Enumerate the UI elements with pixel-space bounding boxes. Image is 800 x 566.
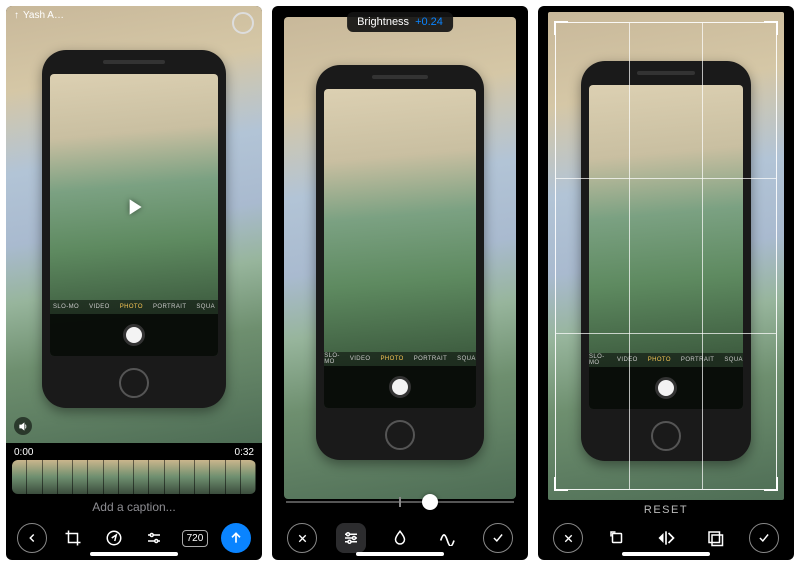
adjust-label: Brightness xyxy=(357,16,409,28)
mute-icon[interactable] xyxy=(14,417,32,435)
crop-icon[interactable] xyxy=(58,523,88,553)
crop-frame[interactable] xyxy=(555,22,777,491)
time-start: 0:00 xyxy=(14,447,33,458)
home-indicator xyxy=(90,552,178,556)
send-button[interactable] xyxy=(221,523,251,553)
adjust-value: +0.24 xyxy=(415,16,443,28)
cancel-button[interactable] xyxy=(287,523,317,553)
adjust-tab[interactable] xyxy=(336,523,366,553)
preview-area[interactable]: SLO-MO VIDEO PHOTO PORTRAIT SQUA Brightn… xyxy=(272,6,528,488)
crop-handle-bl[interactable] xyxy=(554,477,568,491)
blur-tab[interactable] xyxy=(385,523,415,553)
crop-handle-br[interactable] xyxy=(764,477,778,491)
phone-mockup: SLO-MO VIDEO PHOTO PORTRAIT SQUA xyxy=(316,65,483,460)
crop-handle-tl[interactable] xyxy=(554,21,568,35)
panel-adjust: SLO-MO VIDEO PHOTO PORTRAIT SQUA Brightn… xyxy=(272,6,528,560)
back-button[interactable] xyxy=(17,523,47,553)
panel-video-edit: SLO-MO VIDEO PHOTO PORTRAIT SQUA ↑ Yash … xyxy=(6,6,262,560)
resolution-button[interactable]: 720 xyxy=(180,523,210,553)
home-indicator xyxy=(356,552,444,556)
time-end: 0:32 xyxy=(235,447,254,458)
home-indicator xyxy=(622,552,710,556)
caption-input[interactable]: Add a caption... xyxy=(6,494,262,516)
share-author-label: ↑ Yash A… xyxy=(14,10,64,21)
curves-tab[interactable] xyxy=(434,523,464,553)
aspect-icon[interactable] xyxy=(700,523,730,553)
flip-icon[interactable] xyxy=(651,523,681,553)
profile-ring-icon[interactable] xyxy=(232,12,254,34)
crop-handle-tr[interactable] xyxy=(764,21,778,35)
confirm-button[interactable] xyxy=(749,523,779,553)
rotate-icon[interactable] xyxy=(602,523,632,553)
panel-crop: SLO-MO VIDEO PHOTO PORTRAIT SQUA xyxy=(538,6,794,560)
adjust-pill: Brightness +0.24 xyxy=(347,12,453,32)
slider-knob[interactable] xyxy=(422,494,438,510)
phone-mockup: SLO-MO VIDEO PHOTO PORTRAIT SQUA xyxy=(42,50,226,408)
adjust-icon[interactable] xyxy=(139,523,169,553)
video-scrubber[interactable] xyxy=(12,460,256,494)
preview-area[interactable]: SLO-MO VIDEO PHOTO PORTRAIT SQUA ↑ Yash … xyxy=(6,6,262,443)
markup-icon[interactable] xyxy=(99,523,129,553)
confirm-button[interactable] xyxy=(483,523,513,553)
time-row: 0:00 0:32 xyxy=(6,443,262,460)
preview-area[interactable]: SLO-MO VIDEO PHOTO PORTRAIT SQUA xyxy=(538,6,794,494)
brightness-slider[interactable] xyxy=(286,488,514,516)
play-icon[interactable] xyxy=(121,194,147,220)
cancel-button[interactable] xyxy=(553,523,583,553)
preview-image: SLO-MO VIDEO PHOTO PORTRAIT SQUA xyxy=(6,6,262,443)
